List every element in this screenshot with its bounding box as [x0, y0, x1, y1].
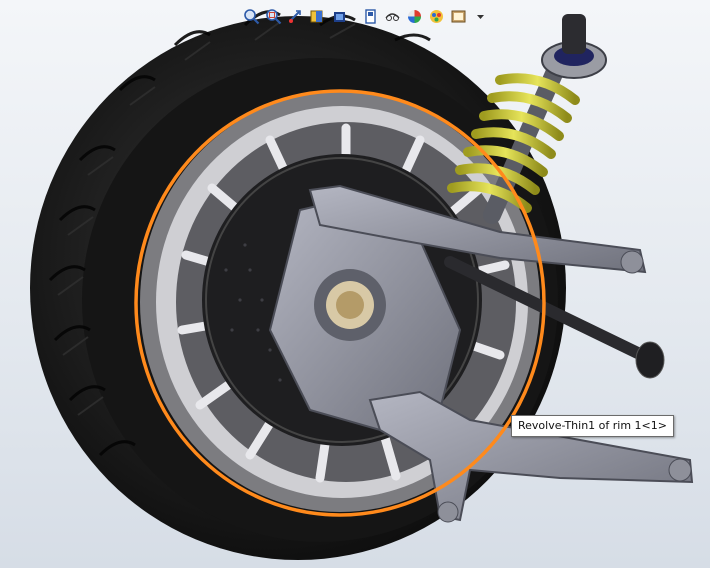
display-style-icon[interactable] — [383, 7, 402, 26]
previous-view-icon[interactable] — [286, 7, 305, 26]
apply-scene-icon[interactable] — [449, 7, 468, 26]
view-settings-icon[interactable] — [471, 7, 490, 26]
view-orientation-icon[interactable] — [361, 7, 380, 26]
wheel-assembly-model[interactable] — [0, 0, 710, 568]
hide-show-items-icon[interactable] — [405, 7, 424, 26]
heads-up-view-toolbar — [242, 5, 490, 27]
zoom-to-fit-icon[interactable] — [242, 7, 261, 26]
selection-tooltip: Revolve-Thin1 of rim 1<1> — [511, 415, 674, 437]
dynamic-annotation-view-icon[interactable] — [330, 7, 349, 26]
section-view-icon[interactable] — [308, 7, 327, 26]
edit-appearance-icon[interactable] — [427, 7, 446, 26]
graphics-area[interactable]: Revolve-Thin1 of rim 1<1> — [0, 0, 710, 568]
zoom-to-area-icon[interactable] — [264, 7, 283, 26]
